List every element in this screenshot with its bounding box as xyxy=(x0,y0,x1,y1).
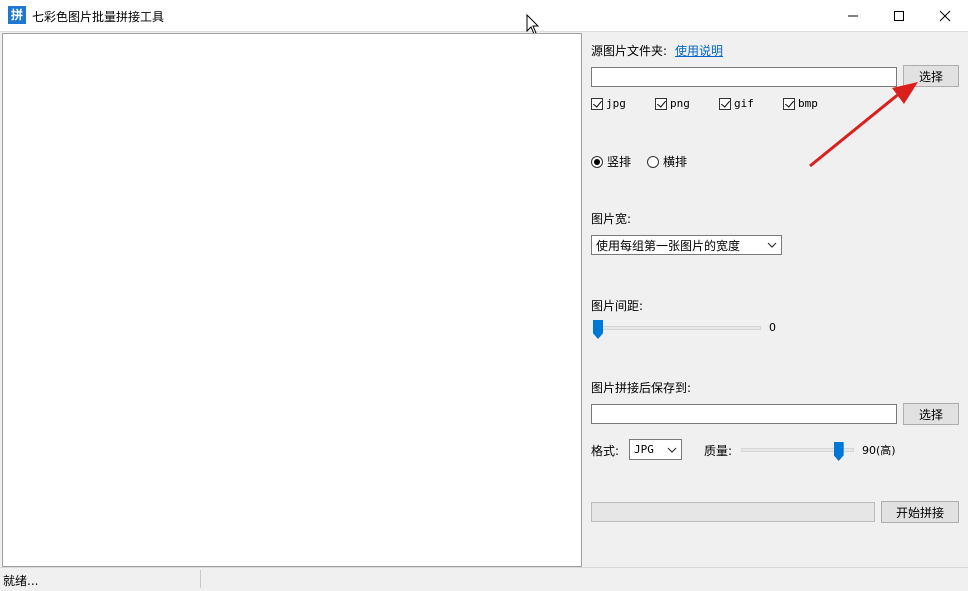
format-value: JPG xyxy=(634,443,654,456)
filetype-png-checkbox[interactable]: png xyxy=(655,97,690,110)
image-width-select[interactable]: 使用每组第一张图片的宽度 xyxy=(591,235,782,255)
orientation-horizontal-label: 横排 xyxy=(663,155,688,169)
orientation-horizontal-radio[interactable]: 横排 xyxy=(647,153,687,170)
status-divider xyxy=(200,570,201,588)
filetype-png-label: png xyxy=(670,97,690,110)
quality-slider-thumb[interactable] xyxy=(833,442,844,461)
preview-canvas xyxy=(2,33,582,567)
radio-unselected-icon xyxy=(647,155,659,168)
start-stitch-button[interactable]: 开始拼接 xyxy=(881,501,959,523)
spacing-slider-track[interactable] xyxy=(594,326,761,330)
filetype-jpg-checkbox[interactable]: jpg xyxy=(591,97,626,110)
spacing-slider-thumb[interactable] xyxy=(593,320,603,339)
close-icon xyxy=(939,10,951,21)
format-select[interactable]: JPG xyxy=(629,439,682,460)
chevron-down-icon xyxy=(667,447,677,453)
window-title: 七彩色图片批量拼接工具 xyxy=(32,10,165,24)
progress-bar xyxy=(591,502,875,522)
chevron-down-icon xyxy=(767,242,777,248)
image-width-value: 使用每组第一张图片的宽度 xyxy=(596,238,741,253)
orientation-vertical-label: 竖排 xyxy=(607,155,632,169)
checkbox-checked-icon xyxy=(719,97,731,110)
checkbox-checked-icon xyxy=(591,97,603,110)
quality-value: 90(高) xyxy=(862,444,896,457)
annotation-arrow-icon xyxy=(809,82,918,168)
maximize-button[interactable] xyxy=(876,0,922,31)
select-save-button[interactable]: 选择 xyxy=(903,403,959,425)
minimize-icon xyxy=(848,15,858,16)
save-to-label: 图片拼接后保存到: xyxy=(591,381,692,395)
filetype-jpg-label: jpg xyxy=(606,97,626,110)
minimize-button[interactable] xyxy=(830,0,876,31)
filetype-gif-checkbox[interactable]: gif xyxy=(719,97,754,110)
source-folder-label: 源图片文件夹: xyxy=(591,44,668,58)
quality-label: 质量: xyxy=(704,444,733,458)
title-bar: 拼 七彩色图片批量拼接工具 xyxy=(0,0,968,32)
spacing-value: 0 xyxy=(769,321,776,334)
format-label: 格式: xyxy=(591,444,620,458)
image-width-label: 图片宽: xyxy=(591,212,632,226)
checkbox-checked-icon xyxy=(655,97,667,110)
save-path-input[interactable] xyxy=(591,404,897,424)
orientation-vertical-radio[interactable]: 竖排 xyxy=(591,153,631,170)
close-button[interactable] xyxy=(922,0,968,31)
status-bar: 就绪... xyxy=(0,567,968,591)
image-spacing-label: 图片间距: xyxy=(591,299,644,313)
maximize-icon xyxy=(894,10,904,21)
radio-selected-icon xyxy=(591,155,603,168)
status-text: 就绪... xyxy=(3,574,39,588)
checkbox-checked-icon xyxy=(783,97,795,110)
help-link[interactable]: 使用说明 xyxy=(675,42,723,59)
app-icon: 拼 xyxy=(8,6,26,24)
filetype-gif-label: gif xyxy=(734,97,754,110)
